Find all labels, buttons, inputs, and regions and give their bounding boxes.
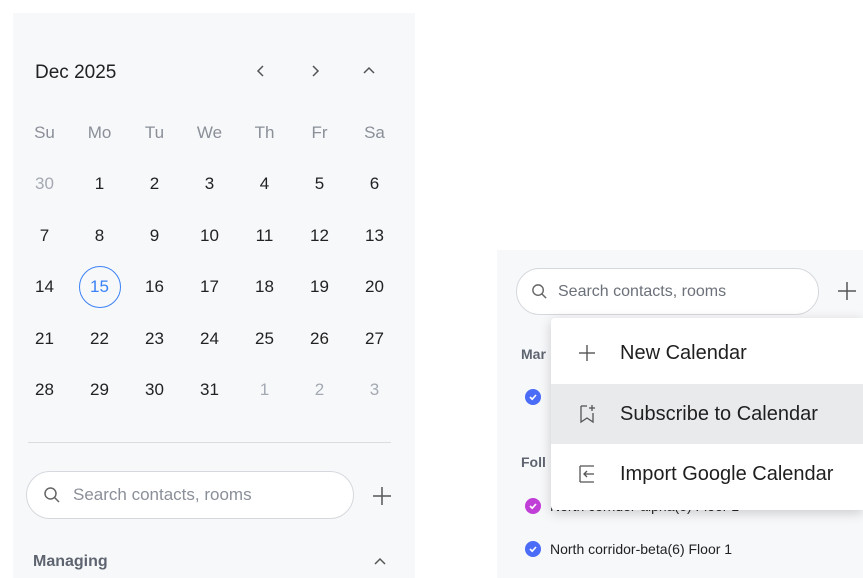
day-cell[interactable]: 23 <box>127 319 182 359</box>
day-cell[interactable]: 6 <box>347 164 402 204</box>
search-input[interactable] <box>71 484 335 506</box>
day-cell[interactable]: 22 <box>72 319 127 359</box>
weekday-label: Tu <box>144 123 165 142</box>
day-cell[interactable]: 20 <box>347 267 402 307</box>
divider <box>28 442 391 443</box>
day-cell[interactable]: 30 <box>17 164 72 204</box>
day-cell[interactable]: 8 <box>72 216 127 256</box>
calendar-week: 21 22 23 24 25 26 27 <box>17 319 402 359</box>
day-cell[interactable]: 19 <box>292 267 347 307</box>
next-month-button[interactable] <box>303 59 327 83</box>
selected-day-cell[interactable]: 15 <box>72 266 127 308</box>
day-cell[interactable]: 12 <box>292 216 347 256</box>
collapse-calendar-button[interactable] <box>357 59 381 83</box>
day-cell[interactable]: 17 <box>182 267 237 307</box>
chevron-up-icon <box>363 66 375 74</box>
search-icon <box>44 487 60 503</box>
day-cell[interactable]: 3 <box>182 164 237 204</box>
contact-search-box[interactable] <box>516 268 819 315</box>
weekday-header: Su Mo Tu We Th Fr Sa <box>17 123 402 143</box>
section-title-following: Foll <box>521 454 546 470</box>
add-calendar-button[interactable] <box>369 483 395 509</box>
month-label: Dec 2025 <box>35 62 117 83</box>
day-cell[interactable]: 13 <box>347 216 402 256</box>
day-cell[interactable]: 9 <box>127 216 182 256</box>
chevron-up-icon <box>374 557 386 565</box>
day-cell[interactable]: 28 <box>17 370 72 410</box>
prev-month-button[interactable] <box>249 59 273 83</box>
menu-item-label: Subscribe to Calendar <box>620 402 818 425</box>
check-icon <box>525 389 541 405</box>
calendar-week: 28 29 30 31 1 2 3 <box>17 370 402 410</box>
day-cell[interactable]: 26 <box>292 319 347 359</box>
weekday-label: Mo <box>87 123 112 142</box>
day-cell[interactable]: 1 <box>237 370 292 410</box>
day-cell[interactable]: 3 <box>347 370 402 410</box>
weekday-label: Su <box>34 123 55 142</box>
calendar-name: North corridor-beta(6) Floor 1 <box>550 541 733 557</box>
day-cell[interactable]: 10 <box>182 216 237 256</box>
menu-item-import-google-calendar[interactable]: Import Google Calendar <box>551 444 863 504</box>
calendar-week: 30 1 2 3 4 5 6 <box>17 164 402 204</box>
day-cell[interactable]: 24 <box>182 319 237 359</box>
day-cell[interactable]: 30 <box>127 370 182 410</box>
weekday-label: Th <box>254 123 275 142</box>
day-cell[interactable]: 11 <box>237 216 292 256</box>
menu-item-label: New Calendar <box>620 341 747 364</box>
plus-icon <box>838 282 856 300</box>
section-title-managing: Mar <box>521 346 546 362</box>
day-cell[interactable]: 29 <box>72 370 127 410</box>
day-cell[interactable]: 31 <box>182 370 237 410</box>
menu-item-label: Import Google Calendar <box>620 462 834 485</box>
calendar-list-item[interactable] <box>525 389 550 405</box>
contact-search-box[interactable] <box>26 471 354 519</box>
day-cell[interactable]: 27 <box>347 319 402 359</box>
day-cell[interactable]: 4 <box>237 164 292 204</box>
day-cell[interactable]: 2 <box>127 164 182 204</box>
day-cell[interactable]: 5 <box>292 164 347 204</box>
search-input[interactable] <box>556 281 800 302</box>
day-cell[interactable]: 14 <box>17 267 72 307</box>
menu-item-new-calendar[interactable]: New Calendar <box>551 323 863 383</box>
chevron-right-icon <box>312 65 320 77</box>
menu-item-subscribe-calendar[interactable]: Subscribe to Calendar <box>551 384 863 444</box>
plus-icon <box>577 343 597 363</box>
search-icon <box>532 284 547 299</box>
weekday-label: Fr <box>311 123 328 142</box>
day-cell[interactable]: 2 <box>292 370 347 410</box>
calendar-week: 14 15 16 17 18 19 20 <box>17 266 402 308</box>
collapse-managing-button[interactable] <box>369 551 391 573</box>
calendar-list-item[interactable]: North corridor-beta(6) Floor 1 <box>525 541 732 557</box>
calendar-week: 7 8 9 10 11 12 13 <box>17 216 402 256</box>
day-cell[interactable]: 21 <box>17 319 72 359</box>
day-cell[interactable]: 16 <box>127 267 182 307</box>
day-cell[interactable]: 1 <box>72 164 127 204</box>
weekday-label: Sa <box>364 123 385 142</box>
day-cell[interactable]: 18 <box>237 267 292 307</box>
weekday-label: We <box>196 123 223 142</box>
section-title-managing: Managing <box>33 553 108 570</box>
add-calendar-button[interactable] <box>834 278 860 304</box>
day-cell[interactable]: 25 <box>237 319 292 359</box>
check-icon <box>525 498 541 514</box>
import-icon <box>577 464 597 484</box>
calendar-sidebar: Dec 2025 Su Mo Tu We Th Fr Sa 30 1 2 3 4… <box>13 13 415 578</box>
plus-icon <box>373 487 391 505</box>
check-icon <box>525 541 541 557</box>
bookmark-add-icon <box>577 404 597 424</box>
chevron-left-icon <box>256 65 264 77</box>
add-calendar-menu: New Calendar Subscribe to Calendar Impor… <box>551 318 863 510</box>
day-cell[interactable]: 7 <box>17 216 72 256</box>
